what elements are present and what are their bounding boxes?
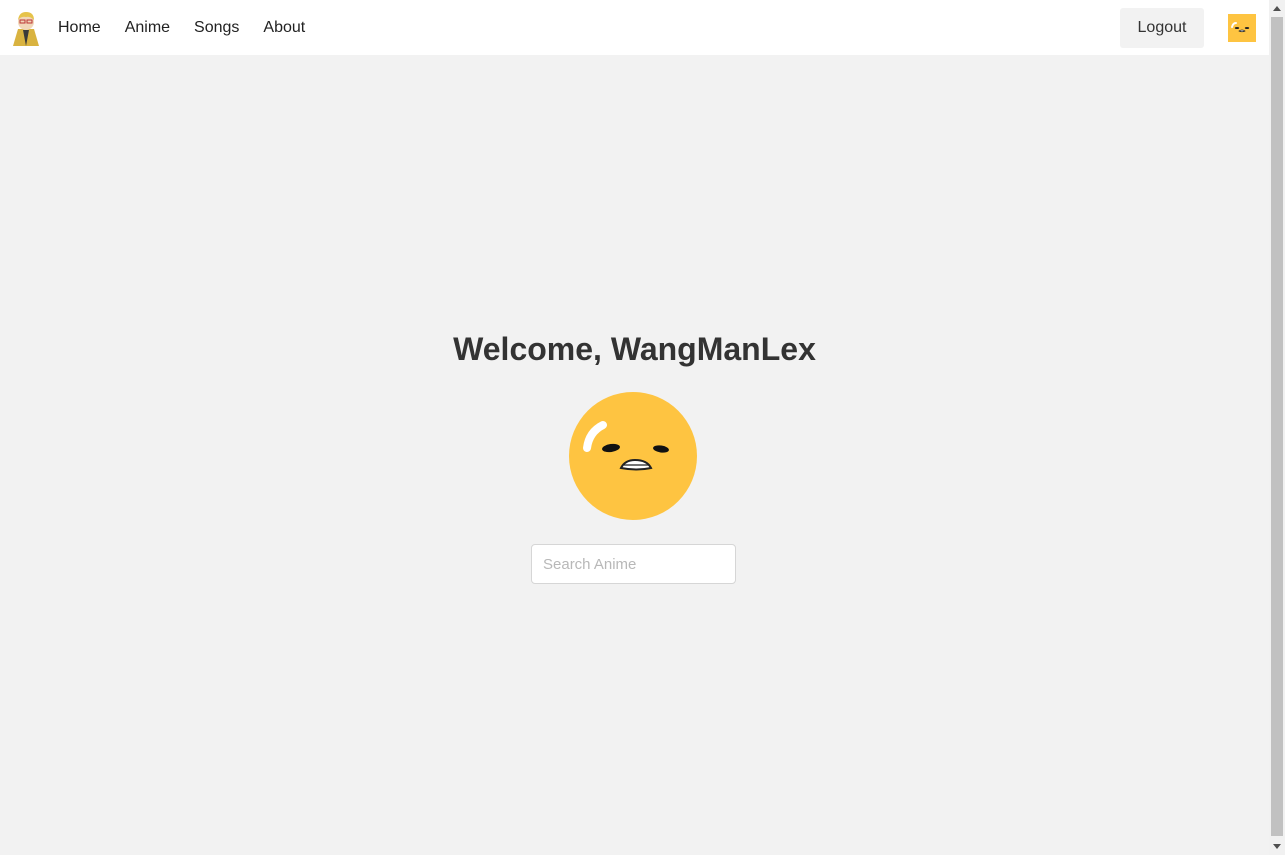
main-content: Welcome, WangManLex — [0, 55, 1269, 855]
welcome-heading: Welcome, WangManLex — [453, 331, 816, 367]
nav-link-anime[interactable]: Anime — [125, 19, 170, 37]
vertical-scrollbar[interactable] — [1269, 0, 1285, 855]
search-anime-input[interactable] — [531, 544, 736, 584]
nav-link-about[interactable]: About — [263, 19, 305, 37]
user-avatar-icon[interactable] — [1228, 13, 1256, 42]
logout-button[interactable]: Logout — [1120, 7, 1204, 48]
nav-links: Home Anime Songs About — [58, 19, 329, 37]
scrollbar-thumb[interactable] — [1271, 17, 1283, 836]
scroll-up-icon[interactable] — [1269, 0, 1285, 16]
scroll-down-icon[interactable] — [1269, 839, 1285, 855]
logo-avatar-icon[interactable] — [8, 9, 44, 47]
navbar: Home Anime Songs About Logout — [0, 0, 1269, 55]
profile-avatar-icon — [569, 392, 697, 520]
nav-right: Logout — [1120, 0, 1256, 55]
nav-link-home[interactable]: Home — [58, 19, 101, 37]
nav-link-songs[interactable]: Songs — [194, 19, 239, 37]
